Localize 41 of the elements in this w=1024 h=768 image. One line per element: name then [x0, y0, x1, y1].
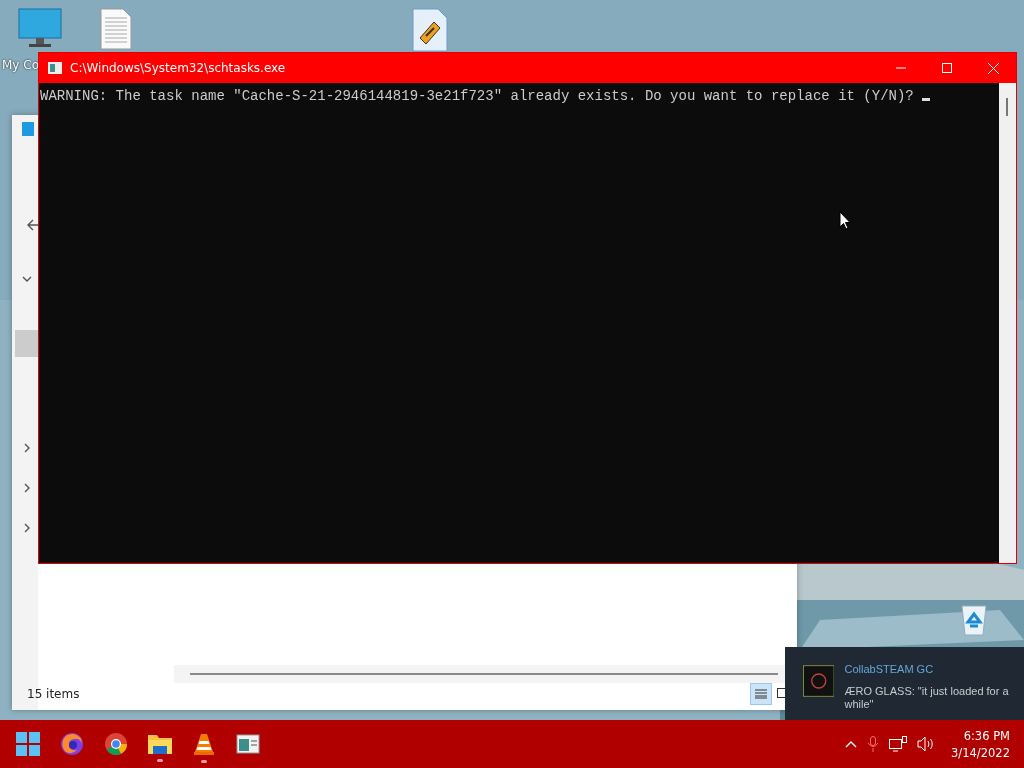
computer-icon[interactable] [18, 8, 62, 50]
app-icon [22, 122, 34, 136]
app-logo-icon [803, 663, 835, 699]
chevron-right-icon[interactable] [22, 483, 32, 493]
clock[interactable]: 6:36 PM 3/14/2022 [945, 728, 1010, 760]
text-cursor [922, 98, 931, 101]
notification-app-name: CollabSTEAM GC [844, 663, 935, 675]
speaker-icon [917, 736, 936, 752]
traffic-cone-icon [193, 732, 215, 756]
icon-label: My Co [2, 58, 39, 72]
microphone-button[interactable] [867, 736, 880, 752]
mouse-pointer-icon [839, 211, 851, 230]
window-title: C:\Windows\System32\schtasks.exe [70, 61, 287, 75]
chrome-icon [104, 732, 128, 756]
show-hidden-icons-button[interactable] [845, 740, 858, 748]
minimize-icon [896, 67, 906, 69]
notification-message: ÆRO GLASS: "it just loaded for a while" [844, 685, 1010, 711]
list-icon [755, 689, 767, 699]
horizontal-scrollbar[interactable] [174, 665, 787, 683]
back-arrow-icon[interactable] [27, 219, 39, 231]
status-text: 15 items [27, 687, 80, 701]
console-output: WARNING: The task name "Cache-S-21-2946144819-3e21f723" already exists. Do you want to replace it (Y/N)? [40, 88, 915, 104]
console-app-icon [48, 62, 62, 74]
volume-button[interactable] [917, 736, 936, 752]
notification-toast[interactable]: CollabSTEAM GC ÆRO GLASS: "it just loaded for a while" [785, 647, 1024, 720]
network-button[interactable] [889, 736, 908, 752]
vertical-scrollbar[interactable] [999, 83, 1016, 563]
chevron-down-icon[interactable] [22, 274, 32, 284]
chevron-right-icon[interactable] [22, 523, 32, 533]
chevron-right-icon[interactable] [22, 443, 32, 453]
document-icon[interactable] [100, 8, 132, 50]
network-monitor-icon [889, 736, 908, 752]
microphone-icon [867, 736, 880, 752]
media-file-icon[interactable] [412, 8, 448, 52]
firefox-icon [60, 732, 84, 756]
windows-logo-icon [16, 732, 40, 756]
chevron-up-icon [845, 740, 858, 748]
window-icon [236, 733, 260, 755]
folder-icon [147, 733, 173, 755]
close-icon [987, 62, 999, 74]
maximize-icon [942, 63, 952, 73]
